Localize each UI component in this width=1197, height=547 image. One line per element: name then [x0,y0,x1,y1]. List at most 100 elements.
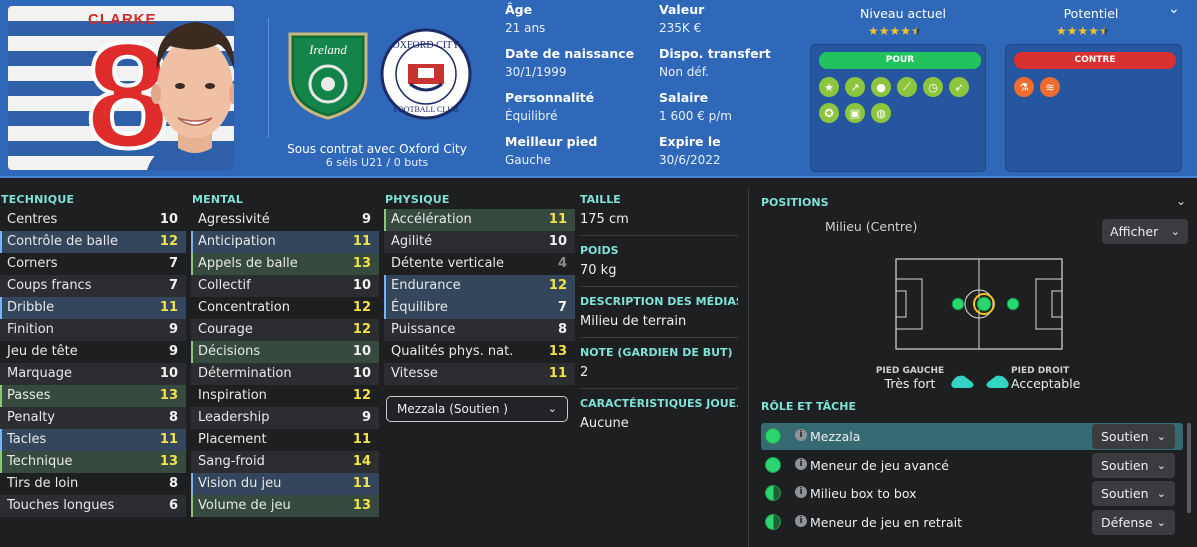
attribute-row[interactable]: Équilibre 7 [384,297,575,319]
trend-icon[interactable]: ↗ [845,77,865,97]
spring-icon[interactable]: ≋ [1040,77,1060,97]
svg-text:OXFORD CITY: OXFORD CITY [393,40,460,51]
attribute-row[interactable]: Penalty 8 [0,407,186,429]
attribute-row[interactable]: Centres 10 [0,209,186,231]
role-row[interactable]: i Milieu box to box Soutien ⌄ [761,480,1183,507]
pass-icon[interactable]: ➶ [949,77,969,97]
fitness-icon[interactable]: ▣ [845,103,865,123]
technique-column: TECHNIQUE Centres 10 Contrôle de balle 12 … [0,190,186,517]
brain-icon[interactable]: ✪ [819,103,839,123]
attribute-row[interactable]: Agilité 10 [384,231,575,253]
clock-icon[interactable]: ◷ [923,77,943,97]
divider [580,388,738,389]
attribute-row[interactable]: Endurance 12 [384,275,575,297]
position-name: Milieu (Centre) [825,219,918,234]
goalkeeper-rating-value: 2 [580,365,589,380]
info-preferred-foot: Meilleur pied Gauche [505,134,598,167]
chevron-down-icon: ⌄ [1156,459,1166,472]
left-foot-label: PIED GAUCHE [875,366,945,376]
attribute-row[interactable]: Détermination 10 [191,363,379,385]
role-name: Meneur de jeu avancé [810,458,949,473]
attribute-row[interactable]: Volume de jeu 13 [191,495,379,517]
attribute-row[interactable]: Touches longues 6 [0,495,186,517]
attribute-row[interactable]: Dribble 11 [0,297,186,319]
divider [580,235,738,236]
attribute-row[interactable]: Jeu de tête 9 [0,341,186,363]
contract-status: Sous contrat avec Oxford City [287,142,467,156]
show-dropdown[interactable]: Afficher ⌄ [1102,219,1188,244]
role-name: Meneur de jeu en retrait [810,515,962,530]
attribute-row[interactable]: Vision du jeu 11 [191,473,379,495]
attribute-row[interactable]: Puissance 8 [384,319,575,341]
panel-divider [748,188,749,547]
pitch-diagram[interactable] [894,257,1064,351]
duty-dropdown[interactable]: Soutien ⌄ [1092,481,1175,506]
attribute-row[interactable]: Détente verticale 4 [384,253,575,275]
head-icon[interactable]: ● [871,77,891,97]
goalkeeper-rating-label: NOTE (GARDIEN DE BUT) [580,346,733,359]
globe-icon[interactable]: ◍ [871,103,891,123]
info-personality: Personnalité Équilibré [505,90,595,123]
chevron-down-icon[interactable]: ⌄ [1176,194,1186,208]
attribute-row[interactable]: Agressivité 9 [191,209,379,231]
flask-icon[interactable]: ⚗ [1014,77,1034,97]
attribute-row[interactable]: Marquage 10 [0,363,186,385]
chevron-down-icon: ⌄ [1170,225,1180,238]
chevron-down-icon: ⌄ [1156,430,1166,443]
info-icon[interactable]: i [795,458,807,470]
chevron-down-icon[interactable]: ⌄ [1168,1,1180,17]
attribute-row[interactable]: Passes 13 [0,385,186,407]
info-wage: Salaire 1 600 € p/m [659,90,732,123]
attribute-row[interactable]: Coups francs 7 [0,275,186,297]
position-dot-amc [1006,297,1020,311]
attribute-row[interactable]: Leadership 9 [191,407,379,429]
duty-dropdown[interactable]: Défense ⌄ [1092,510,1175,535]
role-suitability-icon [765,485,781,501]
chevron-down-icon: ⌄ [1156,516,1166,529]
attribute-row[interactable]: Tacles 11 [0,429,186,451]
role-suitability-icon [765,428,781,444]
attribute-row[interactable]: Tirs de loin 8 [0,473,186,495]
technique-title: TECHNIQUE [1,193,75,206]
weight-value: 70 kg [580,263,617,278]
star-icon[interactable]: ★ [819,77,839,97]
info-icon[interactable]: i [795,515,807,527]
attribute-row[interactable]: Appels de balle 13 [191,253,379,275]
attribute-row[interactable]: Courage 12 [191,319,379,341]
attribute-row[interactable]: Anticipation 11 [191,231,379,253]
player-traits-value: Aucune [580,416,629,431]
boot-icon[interactable]: ⟋ [897,77,917,97]
attribute-row[interactable]: Concentration 12 [191,297,379,319]
attribute-row[interactable]: Accélération 11 [384,209,575,231]
attribute-row[interactable]: Placement 11 [191,429,379,451]
roles-scrollbar[interactable] [1187,423,1191,513]
attribute-row[interactable]: Technique 13 [0,451,186,473]
height-label: TAILLE [580,193,621,206]
weight-label: POIDS [580,244,619,257]
role-dropdown-value: Mezzala (Soutien ) [397,402,508,416]
attribute-row[interactable]: Sang-froid 14 [191,451,379,473]
attribute-row[interactable]: Collectif 10 [191,275,379,297]
info-icon[interactable]: i [795,486,807,498]
strengths-panel: POUR ★ ↗ ● ⟋ ◷ ➶ ✪ ▣ ◍ [810,44,986,172]
attribute-row[interactable]: Décisions 10 [191,341,379,363]
attribute-row[interactable]: Vitesse 11 [384,363,575,385]
info-icon[interactable]: i [795,429,807,441]
right-foot-value: Acceptable [1011,376,1081,391]
attribute-row[interactable]: Corners 7 [0,253,186,275]
oxford-city-badge-icon[interactable]: OXFORD CITY FOOTBALL CLUB [380,28,472,120]
duty-dropdown[interactable]: Soutien ⌄ [1092,424,1175,449]
half-star-icon: ★ [911,24,922,38]
role-duty-title: RÔLE ET TÂCHE [761,400,856,413]
role-dropdown[interactable]: Mezzala (Soutien ) ⌄ [386,396,568,422]
media-description-value: Milieu de terrain [580,314,687,329]
role-row[interactable]: i Meneur de jeu avancé Soutien ⌄ [761,452,1183,479]
role-row-selected[interactable]: i Mezzala Soutien ⌄ [761,423,1183,450]
attribute-row[interactable]: Finition 9 [0,319,186,341]
attribute-row[interactable]: Inspiration 12 [191,385,379,407]
role-row[interactable]: i Meneur de jeu en retrait Défense ⌄ [761,509,1183,536]
ireland-badge-icon[interactable]: Ireland [282,28,374,120]
attribute-row[interactable]: Qualités phys. nat. 13 [384,341,575,363]
attribute-row[interactable]: Contrôle de balle 12 [0,231,186,253]
duty-dropdown[interactable]: Soutien ⌄ [1092,453,1175,478]
